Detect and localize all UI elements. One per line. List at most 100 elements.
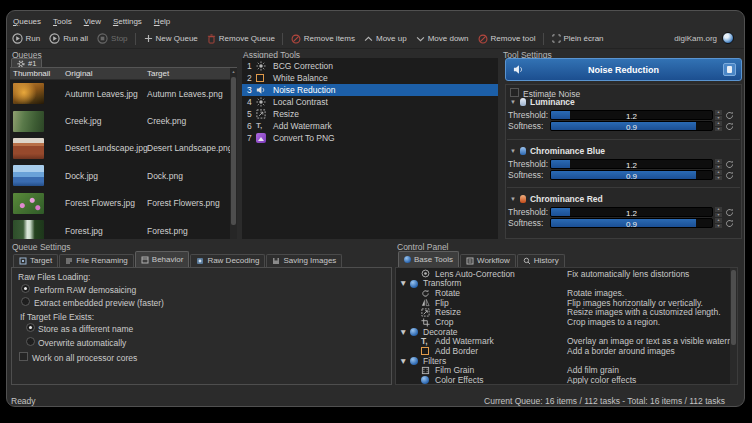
watermark-icon: T,: [256, 122, 262, 130]
tool-row-resize[interactable]: Resize Resize images with a customized l…: [396, 308, 737, 318]
radio-extract-embedded-preview-label: Extract embedded preview (faster): [34, 299, 164, 308]
assigned-tool-row[interactable]: 2 White Balance: [242, 72, 498, 84]
group-row-transform[interactable]: ▼ Transform: [396, 279, 737, 289]
reset-icon[interactable]: [725, 122, 734, 131]
tab-saving-images[interactable]: Saving Images: [266, 254, 342, 267]
chrominance-blue-section-header[interactable]: ▼ Chrominance Blue: [510, 147, 605, 156]
stop-button[interactable]: Stop: [93, 30, 132, 47]
tool-row-film-grain[interactable]: Film Grain Add film grain: [396, 366, 737, 376]
reset-tool-button[interactable]: [723, 63, 736, 76]
softness-spinbox[interactable]: ▲▼: [715, 218, 722, 228]
radio-store-different-name[interactable]: [26, 323, 35, 332]
softness-slider[interactable]: 0,9: [550, 121, 713, 131]
remove-tool-button[interactable]: Remove tool: [473, 30, 540, 47]
tool-row-add-watermark[interactable]: T, Add Watermark Overlay an image or tex…: [396, 337, 737, 347]
softness-spinbox[interactable]: ▲▼: [715, 121, 722, 131]
queue-item-row[interactable]: Creek.jpg Creek.png: [10, 107, 237, 134]
scrollbar-thumb[interactable]: [231, 77, 236, 225]
tool-row-lens-auto-correction[interactable]: Lens Auto-Correction Fix automatically l…: [396, 269, 737, 279]
threshold-spinbox[interactable]: ▲▼: [715, 110, 722, 120]
move-down-button[interactable]: Move down: [411, 30, 473, 47]
menu-tools[interactable]: Tools: [47, 17, 78, 27]
control-panel-scrollbar[interactable]: [730, 268, 737, 384]
resize-icon: [256, 109, 266, 119]
tool-row-add-border[interactable]: Add Border Add a border around images: [396, 347, 737, 357]
assigned-tool-row[interactable]: 1 BCG Correction: [242, 60, 498, 72]
assigned-tool-row[interactable]: 5 Resize: [242, 108, 498, 120]
radio-overwrite-automatically[interactable]: [26, 337, 35, 346]
transform-group-icon: [410, 280, 418, 288]
remove-items-button[interactable]: Remove items: [286, 30, 359, 47]
column-target[interactable]: Target: [147, 69, 237, 78]
menu-queues[interactable]: Queues: [7, 17, 47, 27]
tool-row-rotate[interactable]: Rotate Rotate images.: [396, 288, 737, 298]
menu-settings[interactable]: Settings: [107, 17, 148, 27]
chrominance-red-bulb-icon: [520, 195, 526, 203]
tab-behavior[interactable]: Behavior: [135, 251, 190, 267]
column-thumbnail[interactable]: Thumbnail: [10, 69, 65, 78]
queues-scrollbar[interactable]: ▲: [230, 68, 237, 239]
reset-icon[interactable]: [725, 219, 734, 228]
radio-perform-raw-demosaicing[interactable]: [21, 284, 30, 293]
menu-view[interactable]: View: [78, 17, 107, 27]
assigned-tool-row[interactable]: 4 Local Contrast: [242, 96, 498, 108]
move-up-button[interactable]: Move up: [359, 30, 411, 47]
estimate-noise-checkbox[interactable]: [510, 88, 519, 97]
radio-extract-embedded-preview[interactable]: [21, 297, 30, 306]
status-queue-info: Current Queue: 16 items / 112 tasks - To…: [484, 396, 725, 406]
assigned-tool-row[interactable]: 7 Convert To PNG: [242, 132, 498, 144]
fullscreen-button[interactable]: Plein écran: [547, 30, 608, 47]
threshold-slider[interactable]: 1,2: [550, 110, 713, 120]
assigned-tool-row[interactable]: 6 T, Add Watermark: [242, 120, 498, 132]
tab-raw-decoding[interactable]: Raw Decoding: [190, 254, 265, 267]
column-original[interactable]: Original: [65, 69, 147, 78]
queue-item-row[interactable]: Desert Landscape.jpg Desert Landscape.pn…: [10, 135, 237, 162]
work-all-cores-checkbox[interactable]: [19, 352, 28, 361]
group-row-filters[interactable]: ▼ Filters: [396, 356, 737, 366]
group-row-decorate[interactable]: ▼ Decorate: [396, 327, 737, 337]
digikam-globe-icon[interactable]: [722, 32, 734, 44]
tool-row-crop[interactable]: Crop Crop images to a region.: [396, 317, 737, 327]
assigned-tools-list: 1 BCG Correction 2 White Balance 3 Noise…: [242, 58, 498, 239]
scrollbar-thumb[interactable]: [731, 270, 736, 345]
remove-tool-icon: [478, 34, 488, 44]
menu-help[interactable]: Help: [148, 17, 176, 27]
reset-icon[interactable]: [725, 111, 734, 120]
threshold-slider[interactable]: 1,2: [550, 207, 713, 217]
tool-row-color-effects[interactable]: Color Effects Apply color effects: [396, 376, 737, 385]
raw-files-loading-label: Raw Files Loading:: [18, 273, 90, 282]
remove-queue-button[interactable]: Remove Queue: [202, 30, 279, 47]
tab-base-tools[interactable]: Base Tools: [398, 251, 459, 267]
tool-row-flip[interactable]: Flip Flip images horizontally or vertica…: [396, 298, 737, 308]
threshold-slider[interactable]: 1,2: [550, 159, 713, 169]
tab-workflow[interactable]: Workflow: [460, 254, 516, 267]
queue-item-row[interactable]: Autumn Leaves.jpg Autumn Leaves.png: [10, 80, 237, 107]
threshold-spinbox[interactable]: ▲▼: [715, 159, 722, 169]
queue-item-row[interactable]: Dock.jpg Dock.png: [10, 162, 237, 189]
chrominance-red-section-header[interactable]: ▼ Chrominance Red: [510, 195, 603, 204]
new-queue-button[interactable]: New Queue: [139, 30, 202, 47]
luminance-section-header[interactable]: ▼ Luminance: [510, 98, 575, 107]
queue-item-row[interactable]: Forest Flowers.jpg Forest Flowers.png: [10, 190, 237, 217]
tab-file-renaming[interactable]: File Renaming: [59, 254, 134, 267]
digikam-brand-label[interactable]: digiKam.org: [674, 34, 717, 44]
tab-target[interactable]: Target: [13, 254, 58, 267]
tab-history[interactable]: History: [517, 254, 565, 267]
softness-slider[interactable]: 0,9: [550, 170, 713, 180]
tool-settings-header-label: Noise Reduction: [524, 65, 723, 75]
assigned-tool-row-selected[interactable]: 3 Noise Reduction: [242, 84, 498, 96]
behavior-tab-icon: [141, 256, 149, 264]
reset-icon[interactable]: [725, 171, 734, 180]
run-all-button[interactable]: Run all: [45, 30, 93, 47]
reset-icon[interactable]: [725, 160, 734, 169]
control-panel-tabs: Base Tools Workflow History: [398, 251, 566, 267]
threshold-spinbox[interactable]: ▲▼: [715, 207, 722, 217]
luminance-bulb-icon: [520, 98, 526, 106]
reset-icon[interactable]: [725, 208, 734, 217]
softness-slider[interactable]: 0,9: [550, 218, 713, 228]
trash-icon: [207, 34, 216, 44]
run-button[interactable]: Run: [7, 30, 45, 47]
queue-item-row[interactable]: Forest.jpg Forest.png: [10, 217, 237, 239]
scroll-up-arrow[interactable]: ▲: [230, 68, 237, 75]
softness-spinbox[interactable]: ▲▼: [715, 170, 722, 180]
